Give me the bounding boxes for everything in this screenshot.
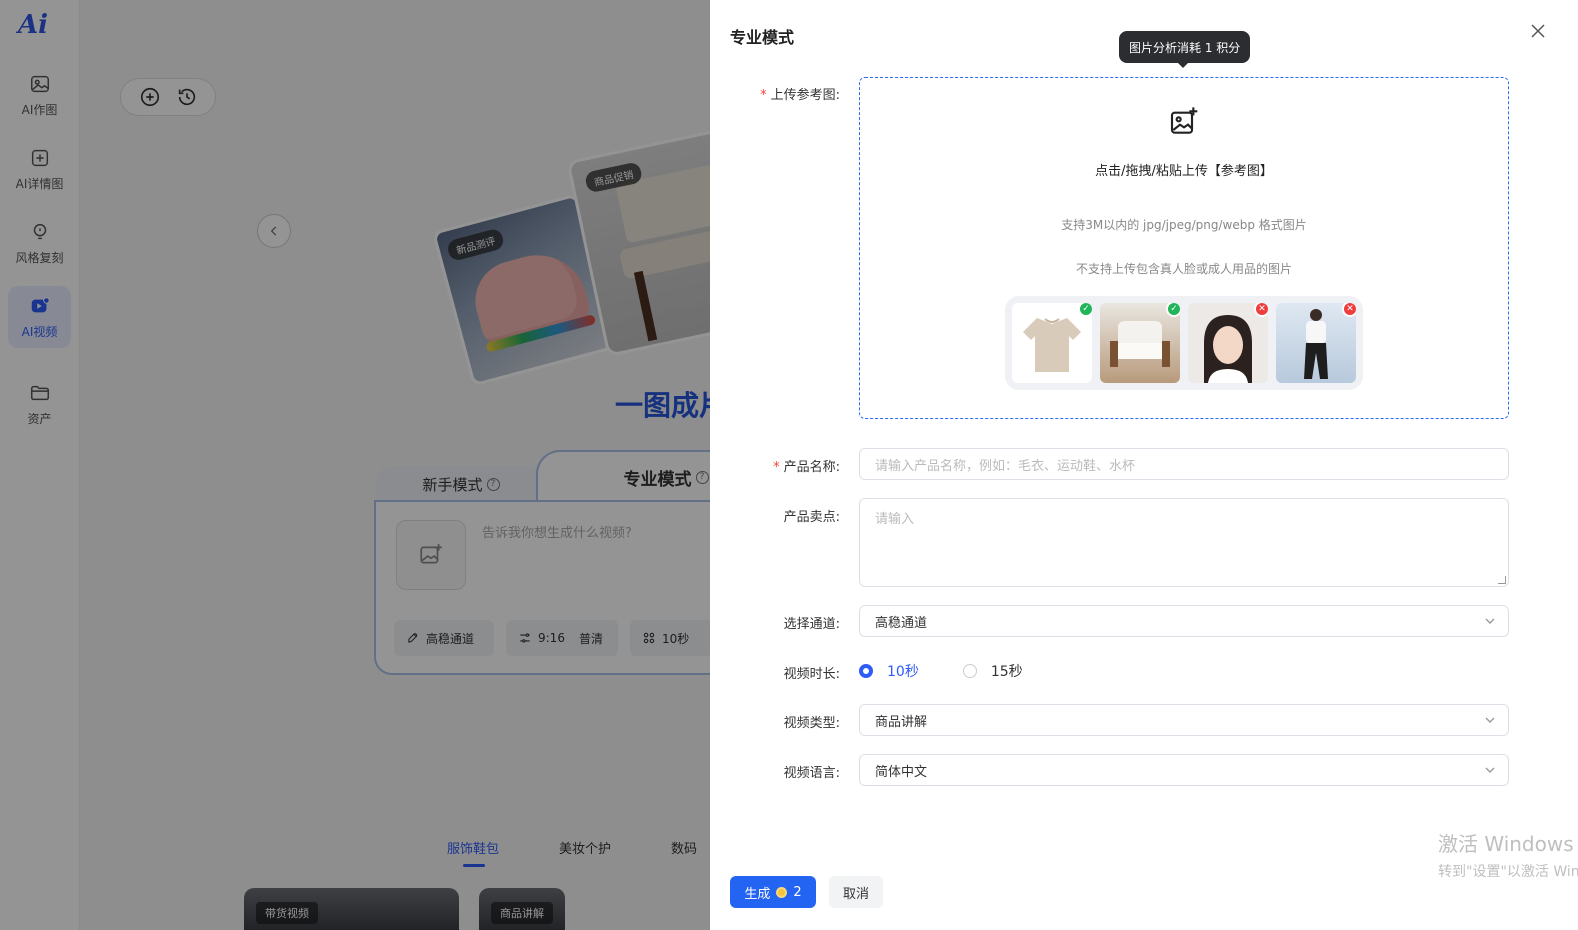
cost-tooltip: 图片分析消耗 1 积分 <box>1119 31 1251 68</box>
example-face: ✕ <box>1188 303 1268 383</box>
product-name-placeholder: 请输入产品名称，例如：毛衣、运动鞋、水杯 <box>875 458 1136 474</box>
generate-label: 生成 <box>744 886 771 902</box>
chevron-down-icon <box>1485 767 1495 773</box>
reference-upload-zone[interactable]: 点击/拖拽/粘贴上传【参考图】 支持3M以内的 jpg/jpeg/png/web… <box>859 77 1509 419</box>
upload-hint-restriction: 不支持上传包含真人脸或成人用品的图片 <box>1075 262 1292 276</box>
close-icon <box>1531 24 1545 38</box>
pro-mode-drawer: 专业模式 图片分析消耗 1 积分 * 上传参考图: 点击/拖拽/粘贴上传【参考图】… <box>710 0 1578 930</box>
video-type-select[interactable]: 商品讲解 <box>859 704 1509 736</box>
image-add-icon <box>1170 107 1198 134</box>
check-icon: ✓ <box>1078 303 1092 317</box>
example-person: ✕ <box>1276 303 1356 383</box>
video-type-label: 视频类型: <box>783 716 840 731</box>
generate-button[interactable]: 生成 2 <box>730 876 816 908</box>
duration-option-label[interactable]: 10秒 <box>887 661 919 681</box>
duration-label: 视频时长: <box>783 667 840 682</box>
language-select[interactable]: 简体中文 <box>859 754 1509 786</box>
duration-radio-15s[interactable] <box>962 664 977 678</box>
video-type-value: 商品讲解 <box>875 714 928 730</box>
upload-instruction: 点击/拖拽/粘贴上传【参考图】 <box>1095 164 1273 179</box>
duration-radio-group: 10秒 15秒 <box>859 661 1067 681</box>
watermark-line: 激活 Windows <box>1438 832 1574 856</box>
cancel-button[interactable]: 取消 <box>829 876 883 908</box>
generate-cost: 2 <box>793 884 802 900</box>
chevron-down-icon <box>1485 717 1495 723</box>
channel-label: 选择通道: <box>783 617 840 632</box>
channel-select[interactable]: 高稳通道 <box>859 605 1509 637</box>
upload-examples: ✓ ✓ ✕ ✕ <box>1005 296 1363 390</box>
resize-handle[interactable] <box>1498 576 1506 584</box>
upload-label: * 上传参考图: <box>760 88 840 103</box>
windows-activation-watermark: 激活 Windows 转到"设置"以激活 Windows。 <box>1438 828 1578 881</box>
chevron-down-icon <box>1485 618 1495 624</box>
duration-radio-10s[interactable] <box>859 664 873 678</box>
channel-value: 高稳通道 <box>875 615 928 631</box>
selling-points-textarea[interactable]: 请输入 <box>859 498 1509 587</box>
product-name-label: * 产品名称: <box>773 460 840 475</box>
duration-option-label[interactable]: 15秒 <box>991 661 1023 681</box>
coin-icon <box>776 886 788 898</box>
language-value: 简体中文 <box>875 764 928 780</box>
example-sweater: ✓ <box>1012 303 1092 383</box>
drawer-title: 专业模式 <box>730 28 795 47</box>
cross-icon: ✕ <box>1254 303 1268 317</box>
selling-points-label: 产品卖点: <box>783 510 840 525</box>
watermark-line: 转到"设置"以激活 Windows。 <box>1438 864 1578 880</box>
cross-icon: ✕ <box>1342 303 1356 317</box>
check-icon: ✓ <box>1166 303 1180 317</box>
language-label: 视频语言: <box>783 766 840 781</box>
example-armchair: ✓ <box>1100 303 1180 383</box>
close-button[interactable] <box>1528 22 1548 42</box>
product-name-input[interactable]: 请输入产品名称，例如：毛衣、运动鞋、水杯 <box>859 448 1509 480</box>
upload-hint-format: 支持3M以内的 jpg/jpeg/png/webp 格式图片 <box>1061 218 1307 232</box>
modal-overlay[interactable] <box>0 0 710 930</box>
selling-points-placeholder: 请输入 <box>875 512 915 527</box>
